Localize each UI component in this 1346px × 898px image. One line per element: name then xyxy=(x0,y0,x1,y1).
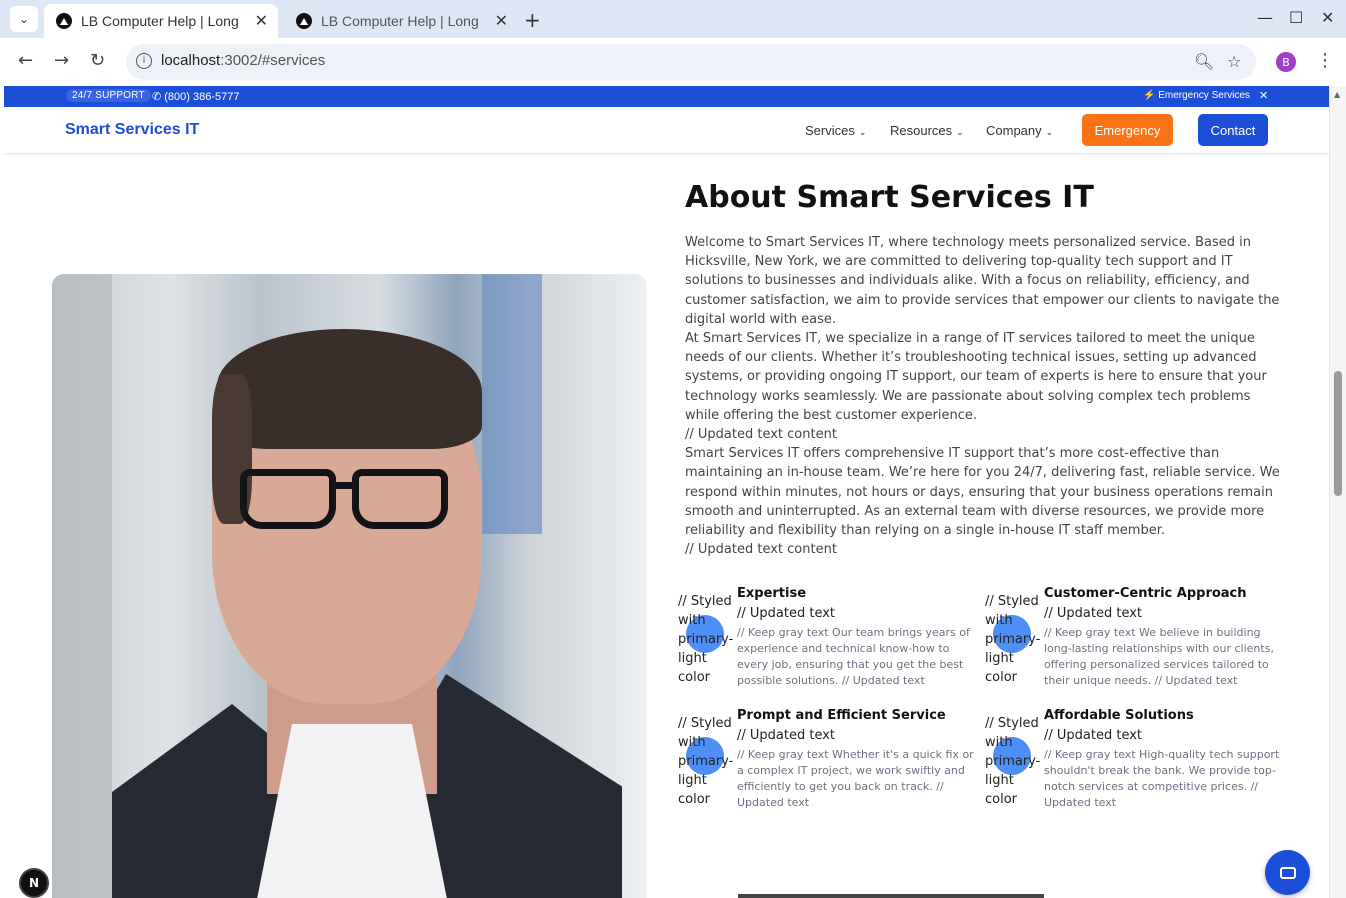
feature-icon-note: // Styled with primary-light color xyxy=(678,716,734,807)
forward-icon[interactable]: → xyxy=(54,50,69,71)
close-tab-icon[interactable]: ✕ xyxy=(495,11,508,31)
browser-toolbar: ← → ↻ i localhost:3002/#services 🔍︎ ☆ B … xyxy=(0,38,1346,86)
feature-subtitle: // Updated text xyxy=(737,606,836,621)
about-paragraph: At Smart Services IT, we specialize in a… xyxy=(685,331,1267,423)
scroll-up-icon[interactable]: ▲ xyxy=(1334,90,1340,99)
nav-services[interactable]: Services ⌄ xyxy=(805,123,866,138)
close-icon[interactable]: ✕ xyxy=(1259,89,1268,102)
chevron-down-icon: ⌄ xyxy=(1045,127,1054,137)
bookmark-star-icon[interactable]: ☆ xyxy=(1227,52,1241,71)
feature-prompt-service: // Styled with primary-light color Promp… xyxy=(678,708,978,818)
feature-title: Expertise xyxy=(737,586,807,601)
about-paragraph: // Updated text content xyxy=(685,542,837,558)
new-tab-icon[interactable]: + xyxy=(524,8,541,32)
browser-menu-icon[interactable]: ⋮ xyxy=(1316,50,1334,71)
site-header: Smart Services IT Services ⌄ Resources ⌄ C… xyxy=(4,107,1329,154)
next-section-edge xyxy=(738,894,1044,898)
chevron-down-icon: ⌄ xyxy=(858,127,867,137)
back-icon[interactable]: ← xyxy=(18,50,33,71)
reload-icon[interactable]: ↻ xyxy=(90,50,105,71)
feature-subtitle: // Updated text xyxy=(737,728,836,743)
favicon-icon xyxy=(56,13,72,29)
team-member-photo xyxy=(52,274,647,898)
chevron-down-icon: ⌄ xyxy=(956,127,964,137)
feature-description: // Keep gray text High-quality tech supp… xyxy=(1044,748,1280,809)
feature-description: // Keep gray text Our team brings years … xyxy=(737,626,970,687)
browser-tab-bar: ⌄ LB Computer Help | Long ✕ LB Computer … xyxy=(0,0,1346,38)
about-paragraph: Smart Services IT offers comprehensive I… xyxy=(685,446,1280,539)
about-paragraph: // Updated text content xyxy=(685,427,837,443)
url-path: :3002/#services xyxy=(220,52,326,69)
nextjs-dev-badge[interactable]: N xyxy=(19,868,49,898)
favicon-icon xyxy=(296,13,312,29)
feature-title: Affordable Solutions xyxy=(1044,708,1194,723)
feature-affordable: // Styled with primary-light color Affor… xyxy=(985,708,1285,818)
page-scrollbar[interactable]: ▲ xyxy=(1329,86,1346,898)
feature-description: // Keep gray text Whether it's a quick f… xyxy=(737,748,974,809)
phone-link[interactable]: ✆ (800) 386-5777 xyxy=(152,90,240,103)
minimize-icon[interactable]: — xyxy=(1257,8,1273,27)
feature-icon-note: // Styled with primary-light color xyxy=(985,594,1041,685)
support-badge: 24/7 SUPPORT xyxy=(66,89,151,102)
feature-icon-note: // Styled with primary-light color xyxy=(985,716,1041,807)
support-topbar: 24/7 SUPPORT ✆ (800) 386-5777 ⚡ Emergenc… xyxy=(4,86,1329,107)
emergency-button[interactable]: Emergency xyxy=(1082,114,1173,146)
chat-icon xyxy=(1279,866,1296,879)
address-bar[interactable]: i localhost:3002/#services 🔍︎ ☆ xyxy=(126,44,1256,80)
close-window-icon[interactable]: ✕ xyxy=(1321,8,1334,27)
feature-description: // Keep gray text We believe in building… xyxy=(1044,626,1274,687)
site-info-icon[interactable]: i xyxy=(136,53,152,69)
url-text[interactable]: localhost:3002/#services xyxy=(161,52,325,69)
page-viewport: 24/7 SUPPORT ✆ (800) 386-5777 ⚡ Emergenc… xyxy=(4,86,1329,898)
profile-avatar[interactable]: B xyxy=(1276,52,1296,72)
feature-expertise: // Styled with primary-light color Exper… xyxy=(678,586,978,696)
browser-tab-1[interactable]: LB Computer Help | Long ✕ xyxy=(44,4,278,38)
browser-tab-2[interactable]: LB Computer Help | Long ✕ xyxy=(284,4,518,38)
nav-resources[interactable]: Resources ⌄ xyxy=(890,123,964,138)
about-heading: About Smart Services IT xyxy=(685,180,1094,215)
nav-company[interactable]: Company ⌄ xyxy=(986,123,1053,138)
tab-search-chevron-icon[interactable]: ⌄ xyxy=(10,6,38,32)
about-body: Welcome to Smart Services IT, where tech… xyxy=(685,233,1285,559)
feature-subtitle: // Updated text xyxy=(1044,606,1143,621)
brand-logo[interactable]: Smart Services IT xyxy=(65,121,199,139)
maximize-icon[interactable]: ☐ xyxy=(1289,8,1303,27)
zoom-icon[interactable]: 🔍︎ xyxy=(1194,52,1214,71)
feature-title: Prompt and Efficient Service xyxy=(737,708,946,723)
feature-subtitle: // Updated text xyxy=(1044,728,1143,743)
feature-icon-note: // Styled with primary-light color xyxy=(678,594,734,685)
close-tab-icon[interactable]: ✕ xyxy=(255,11,268,31)
tab-title: LB Computer Help | Long xyxy=(81,13,239,29)
emergency-services-link[interactable]: ⚡ Emergency Services xyxy=(1143,90,1250,101)
nav-label: Services xyxy=(805,123,855,138)
feature-customer-centric: // Styled with primary-light color Custo… xyxy=(985,586,1285,696)
url-host: localhost xyxy=(161,52,221,69)
feature-title: Customer-Centric Approach xyxy=(1044,586,1247,601)
about-paragraph: Welcome to Smart Services IT, where tech… xyxy=(685,235,1280,327)
nav-label: Company xyxy=(986,123,1042,138)
tab-title: LB Computer Help | Long xyxy=(321,13,479,29)
chat-button[interactable] xyxy=(1265,850,1310,895)
contact-button[interactable]: Contact xyxy=(1198,114,1268,146)
scrollbar-thumb[interactable] xyxy=(1334,371,1342,496)
nav-label: Resources xyxy=(890,123,953,138)
